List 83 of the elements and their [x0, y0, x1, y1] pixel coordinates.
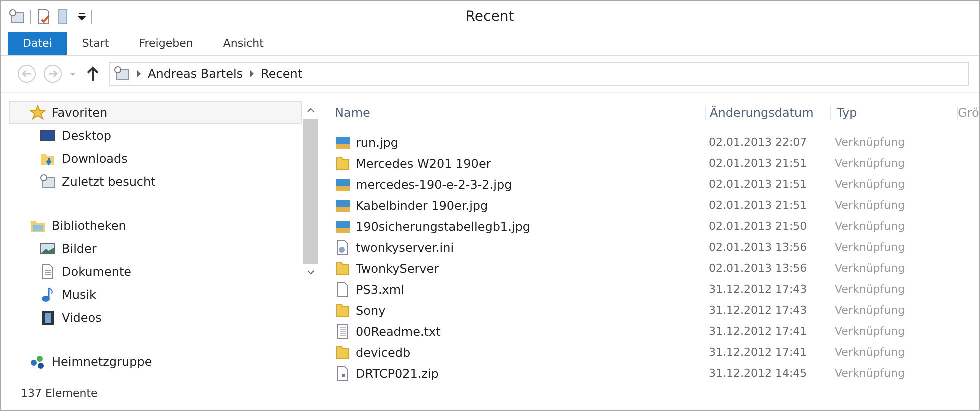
- recent-places-icon: [40, 174, 56, 190]
- ribbon-tab[interactable]: Start: [67, 32, 124, 55]
- star-icon: [30, 104, 46, 120]
- table-cell-text: Verknüpfung: [834, 367, 906, 380]
- document-icon: [40, 264, 56, 280]
- ribbon-tab[interactable]: Datei: [8, 32, 68, 55]
- table-cell-text: 02.01.2013 21:51: [708, 157, 808, 170]
- file-name[interactable]: twonkyserver.ini: [356, 240, 454, 254]
- table-cell-text: 31.12.2012 17:43: [708, 283, 808, 296]
- document-check-icon[interactable]: [36, 8, 52, 24]
- file-icon: [335, 282, 351, 298]
- properties-icon[interactable]: [9, 8, 25, 24]
- settings-file-icon: [335, 240, 351, 256]
- ribbon-tab[interactable]: Ansicht: [208, 32, 279, 55]
- nav-item[interactable]: Favoriten: [9, 101, 302, 124]
- image-file-icon: [335, 198, 351, 214]
- table-cell-text: 02.01.2013 22:07: [708, 136, 808, 149]
- scroll-thumb[interactable]: [303, 119, 318, 264]
- nav-item[interactable]: Desktop: [9, 124, 302, 147]
- table-cell-text: Verknüpfung: [834, 262, 906, 275]
- table-cell-text: Verknüpfung: [834, 136, 906, 149]
- file-name[interactable]: Kabelbinder 190er.jpg: [356, 198, 488, 212]
- table-cell-text: Verknüpfung: [834, 325, 906, 338]
- table-cell-text: Verknüpfung: [834, 241, 906, 254]
- file-name[interactable]: PS3.xml: [356, 282, 404, 296]
- recent-places-icon: [114, 66, 130, 82]
- chevron-icon: [136, 70, 142, 78]
- file-name[interactable]: TwonkyServer: [356, 262, 440, 276]
- breadcrumb[interactable]: Recent: [261, 67, 303, 81]
- window-title: Recent: [466, 8, 514, 24]
- table-cell-text: Verknüpfung: [834, 346, 906, 359]
- scroll-up-icon[interactable]: [306, 107, 314, 113]
- item-count: 137 Elemente: [21, 386, 98, 400]
- archive-file-icon: [335, 366, 351, 382]
- breadcrumb[interactable]: Andreas Bartels: [148, 67, 244, 81]
- file-name[interactable]: devicedb: [356, 346, 411, 360]
- music-note-icon: [40, 286, 56, 302]
- table-cell-text: 02.01.2013 21:51: [708, 199, 808, 212]
- scroll-down-icon[interactable]: [306, 270, 314, 276]
- table-cell-text: 31.12.2012 17:41: [708, 346, 808, 359]
- nav-item[interactable]: Heimnetzgruppe: [9, 350, 302, 373]
- file-name[interactable]: run.jpg: [356, 136, 399, 150]
- column-header[interactable]: Name: [335, 106, 706, 120]
- image-file-icon: [335, 134, 351, 150]
- chevron-icon: [249, 70, 256, 78]
- table-cell-text: Verknüpfung: [834, 178, 906, 191]
- address-bar[interactable]: Andreas Bartels Recent: [109, 62, 969, 86]
- file-name[interactable]: Mercedes W201 190er: [356, 156, 492, 170]
- file-name[interactable]: mercedes-190-e-2-3-2.jpg: [356, 178, 512, 192]
- nav-item[interactable]: Downloads: [9, 147, 302, 170]
- nav-item[interactable]: Dokumente: [9, 260, 302, 283]
- dropdown-icon[interactable]: [78, 12, 86, 20]
- picture-icon: [40, 240, 56, 256]
- nav-item[interactable]: Zuletzt besucht: [9, 170, 302, 193]
- table-cell-text: Verknüpfung: [834, 199, 906, 212]
- monitor-icon: [40, 128, 56, 144]
- file-name[interactable]: DRTCP021.zip: [356, 366, 439, 380]
- image-file-icon: [335, 176, 351, 192]
- column-header[interactable]: Änderungsdatum: [706, 106, 831, 120]
- table-cell-text: Verknüpfung: [834, 157, 906, 170]
- file-name[interactable]: 190sicherungstabellegb1.jpg: [356, 220, 530, 234]
- table-cell-text: 02.01.2013 13:56: [708, 241, 808, 254]
- network-icon: [30, 354, 46, 370]
- nav-item[interactable]: Bilder: [9, 237, 302, 260]
- film-strip-icon: [40, 310, 56, 326]
- table-cell-text: 31.12.2012 17:43: [708, 304, 808, 317]
- file-name[interactable]: 00Readme.txt: [356, 324, 441, 338]
- ribbon-tab[interactable]: Freigeben: [124, 32, 208, 55]
- nav-item[interactable]: Bibliotheken: [9, 214, 302, 237]
- table-cell-text: Verknüpfung: [834, 304, 906, 317]
- image-file-icon: [335, 218, 351, 234]
- table-cell-text: 02.01.2013 21:50: [708, 220, 808, 233]
- nav-item[interactable]: Videos: [9, 306, 302, 329]
- nav-item[interactable]: Musik: [9, 283, 302, 306]
- table-cell-text: Verknüpfung: [834, 283, 906, 296]
- text-file-icon: [335, 324, 351, 340]
- table-cell-text: 02.01.2013 13:56: [708, 262, 808, 275]
- table-cell-text: 31.12.2012 17:41: [708, 325, 808, 338]
- table-cell-text: 31.12.2012 14:45: [708, 367, 808, 380]
- table-cell-text: Verknüpfung: [834, 220, 906, 233]
- column-header[interactable]: Typ: [831, 106, 958, 120]
- table-cell-text: 02.01.2013 21:51: [708, 178, 808, 191]
- file-name[interactable]: Sony: [356, 304, 386, 318]
